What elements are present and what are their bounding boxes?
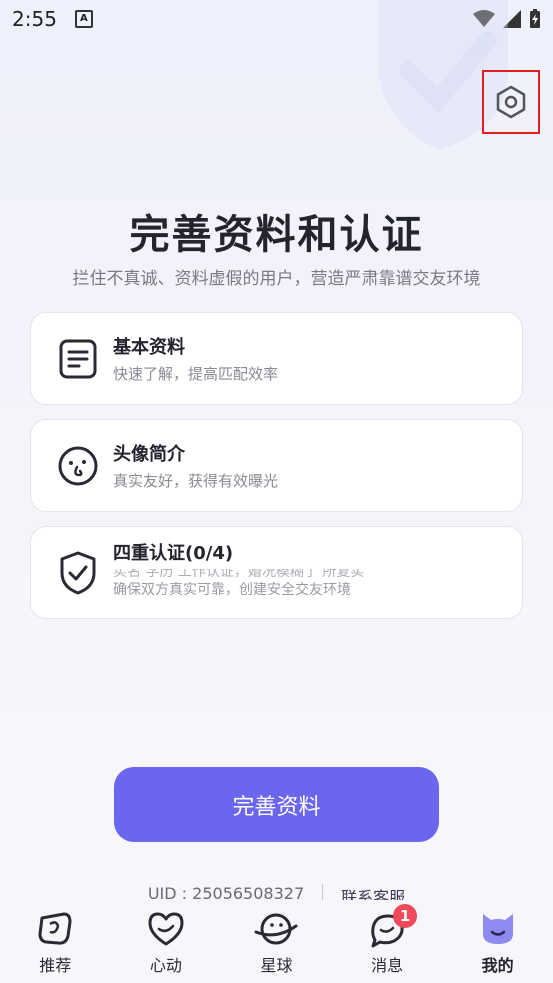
notification-a-icon: A xyxy=(74,10,93,28)
settings-icon xyxy=(496,85,526,119)
document-icon xyxy=(59,339,97,378)
tab-recommend[interactable]: 推荐 xyxy=(5,900,105,976)
card-desc: 快速了解，提高匹配效率 xyxy=(113,365,279,383)
recommend-icon xyxy=(38,912,72,945)
settings-button[interactable] xyxy=(482,70,540,134)
tab-mine[interactable]: 我的 xyxy=(448,900,548,976)
tab-label: 我的 xyxy=(481,956,514,975)
heart-icon xyxy=(148,912,184,946)
planet-icon xyxy=(254,913,298,945)
unread-badge: 1 xyxy=(393,904,418,928)
bottom-tab-bar: 推荐 心动 星球 1 消息 我的 xyxy=(0,900,553,983)
card-title: 四重认证(0/4) xyxy=(113,542,234,564)
card-avatar-bio[interactable]: 头像简介 真实友好，获得有效曝光 xyxy=(30,419,523,512)
card-title: 基本资料 xyxy=(113,337,185,358)
complete-profile-button[interactable]: 完善资料 xyxy=(114,767,439,842)
card-desc: 真实友好，获得有效曝光 xyxy=(113,472,279,490)
cat-icon xyxy=(482,914,513,944)
status-time: 2:55 xyxy=(12,7,57,31)
shield-check-icon xyxy=(60,551,96,594)
tab-label: 星球 xyxy=(260,956,293,975)
card-desc-previous: 实名 学历 工作认证，婚况模糊了 所复实 xyxy=(113,568,365,580)
tab-label: 心动 xyxy=(149,956,182,975)
card-verification[interactable]: 四重认证(0/4) 实名 学历 工作认证，婚况模糊了 所复实 确保双方真实可靠，… xyxy=(30,526,523,619)
face-icon xyxy=(58,446,98,485)
battery-icon xyxy=(530,9,540,28)
page-title: 完善资料和认证 xyxy=(129,212,424,258)
tab-heartbeat[interactable]: 心动 xyxy=(116,900,216,976)
card-title: 头像简介 xyxy=(113,444,185,465)
card-desc-scroller: 实名 学历 工作认证，婚况模糊了 所复实 确保双方真实可靠，创建安全交友环境 xyxy=(113,569,364,607)
card-basic-info[interactable]: 基本资料 快速了解，提高匹配效率 xyxy=(30,312,523,405)
card-desc: 确保双方真实可靠，创建安全交友环境 xyxy=(113,581,351,598)
tab-planet[interactable]: 星球 xyxy=(226,900,326,976)
tab-messages[interactable]: 1 消息 xyxy=(337,900,437,976)
tab-label: 消息 xyxy=(371,956,404,975)
page-subtitle: 拦住不真诚、资料虚假的用户，营造严肃靠谱交友环境 xyxy=(72,269,481,289)
tab-label: 推荐 xyxy=(39,956,72,975)
